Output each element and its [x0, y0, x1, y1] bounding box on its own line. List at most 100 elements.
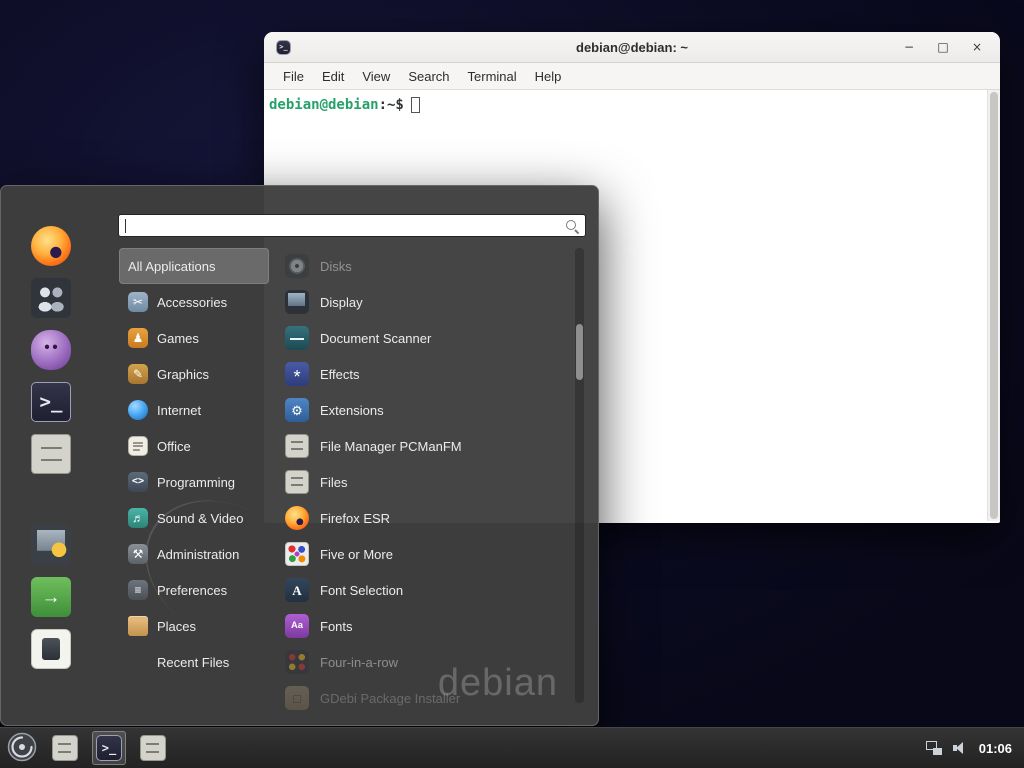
- terminal-menu-item[interactable]: Search: [399, 65, 458, 88]
- application-item[interactable]: Display: [285, 284, 567, 320]
- terminal-title: debian@debian: ~: [264, 40, 1000, 55]
- terminal-scrollbar-thumb[interactable]: [990, 92, 998, 519]
- terminal-menu-item[interactable]: View: [353, 65, 399, 88]
- contacts-icon[interactable]: [31, 278, 71, 318]
- terminal-titlebar[interactable]: debian@debian: ~ − □ ×: [264, 32, 1000, 63]
- application-item[interactable]: Firefox ESR: [285, 500, 567, 536]
- search-input[interactable]: [128, 215, 565, 236]
- terminal-icon: [276, 40, 291, 55]
- font-selection-icon: [285, 578, 309, 602]
- gdebi-icon: [285, 686, 309, 710]
- shutdown-icon[interactable]: [31, 629, 71, 669]
- clock[interactable]: 01:06: [979, 741, 1012, 756]
- system-tray: 01:06: [926, 741, 1018, 756]
- taskbar: 01:06: [0, 727, 1024, 768]
- places-icon: [128, 616, 148, 636]
- application-item[interactable]: Document Scanner: [285, 320, 567, 356]
- preferences-icon: [128, 580, 148, 600]
- menu-logo-icon: [7, 732, 37, 765]
- accessories-icon: [128, 292, 148, 312]
- terminal-scrollbar[interactable]: [987, 90, 1000, 521]
- favorites-spacer: [15, 474, 87, 525]
- category-item[interactable]: Preferences: [119, 572, 269, 608]
- terminal-menu-item[interactable]: Terminal: [459, 65, 526, 88]
- desktop: debian@debian: ~ − □ × File Edit View Se…: [0, 0, 1024, 768]
- close-button[interactable]: ×: [966, 37, 988, 57]
- programming-icon: [128, 472, 148, 492]
- files-icon: [140, 735, 166, 761]
- taskbar-launcher[interactable]: [48, 731, 82, 765]
- category-item[interactable]: Recent Files: [119, 644, 269, 680]
- application-list: Disks Display Document Scanner Effects: [285, 248, 567, 716]
- application-item[interactable]: File Manager PCManFM: [285, 428, 567, 464]
- category-item[interactable]: Internet: [119, 392, 269, 428]
- fonts-icon: [285, 614, 309, 638]
- sound-video-icon: [128, 508, 148, 528]
- apps-scrollbar[interactable]: [575, 248, 584, 703]
- category-item[interactable]: Office: [119, 428, 269, 464]
- file-manager-icon: [285, 434, 309, 458]
- application-item[interactable]: Five or More: [285, 536, 567, 572]
- network-icon[interactable]: [926, 741, 942, 755]
- prompt-path: :~$: [379, 97, 404, 113]
- prompt-user: debian@debian: [269, 97, 379, 113]
- application-item[interactable]: Extensions: [285, 392, 567, 428]
- internet-icon: [128, 400, 148, 420]
- window-list: [48, 731, 170, 765]
- terminal-cursor: [411, 97, 420, 113]
- volume-icon[interactable]: [953, 741, 968, 755]
- terminal-icon[interactable]: [31, 382, 71, 422]
- apps-scrollbar-thumb[interactable]: [576, 324, 583, 380]
- menu-button[interactable]: [6, 732, 38, 764]
- lock-screen-icon[interactable]: [31, 525, 71, 565]
- maximize-button[interactable]: □: [932, 37, 954, 57]
- games-icon: [128, 328, 148, 348]
- terminal-menu-item[interactable]: Help: [526, 65, 571, 88]
- terminal-menubar: File Edit View Search Terminal Help: [264, 63, 1000, 90]
- category-list: All Applications Accessories Games Graph…: [119, 248, 269, 680]
- category-item[interactable]: All Applications: [119, 248, 269, 284]
- disks-icon: [285, 254, 309, 278]
- logout-icon[interactable]: [31, 577, 71, 617]
- extensions-icon: [285, 398, 309, 422]
- five-or-more-icon: [285, 542, 309, 566]
- administration-icon: [128, 544, 148, 564]
- file-manager-icon[interactable]: [31, 434, 71, 474]
- search-icon: [565, 219, 579, 233]
- graphics-icon: [128, 364, 148, 384]
- applications-menu: All Applications Accessories Games Graph…: [0, 185, 599, 726]
- firefox-icon: [285, 506, 309, 530]
- file-manager-icon: [52, 735, 78, 761]
- category-item[interactable]: Games: [119, 320, 269, 356]
- application-item[interactable]: Fonts: [285, 608, 567, 644]
- window-controls: − □ ×: [898, 37, 988, 57]
- terminal-icon: [96, 735, 122, 761]
- application-item[interactable]: Files: [285, 464, 567, 500]
- taskbar-launcher[interactable]: [92, 731, 126, 765]
- application-item[interactable]: Font Selection: [285, 572, 567, 608]
- effects-icon: [285, 362, 309, 386]
- category-item[interactable]: Administration: [119, 536, 269, 572]
- mascot-icon[interactable]: [31, 330, 71, 370]
- four-in-a-row-icon: [285, 650, 309, 674]
- files-icon: [285, 470, 309, 494]
- tray-icons: [926, 741, 968, 755]
- search-box[interactable]: [118, 214, 586, 237]
- display-icon: [285, 290, 309, 314]
- category-item[interactable]: Sound & Video: [119, 500, 269, 536]
- terminal-menu-item[interactable]: File: [274, 65, 313, 88]
- application-item[interactable]: Effects: [285, 356, 567, 392]
- favorites-column: [15, 226, 87, 669]
- category-item[interactable]: Places: [119, 608, 269, 644]
- firefox-icon[interactable]: [31, 226, 71, 266]
- session-buttons: [15, 525, 87, 669]
- favorite-apps: [15, 226, 87, 474]
- taskbar-launcher[interactable]: [136, 731, 170, 765]
- category-item[interactable]: Graphics: [119, 356, 269, 392]
- category-item[interactable]: Programming: [119, 464, 269, 500]
- category-item[interactable]: Accessories: [119, 284, 269, 320]
- application-item[interactable]: Disks: [285, 248, 567, 284]
- wallpaper-watermark: debian: [438, 662, 558, 705]
- minimize-button[interactable]: −: [898, 37, 920, 57]
- terminal-menu-item[interactable]: Edit: [313, 65, 353, 88]
